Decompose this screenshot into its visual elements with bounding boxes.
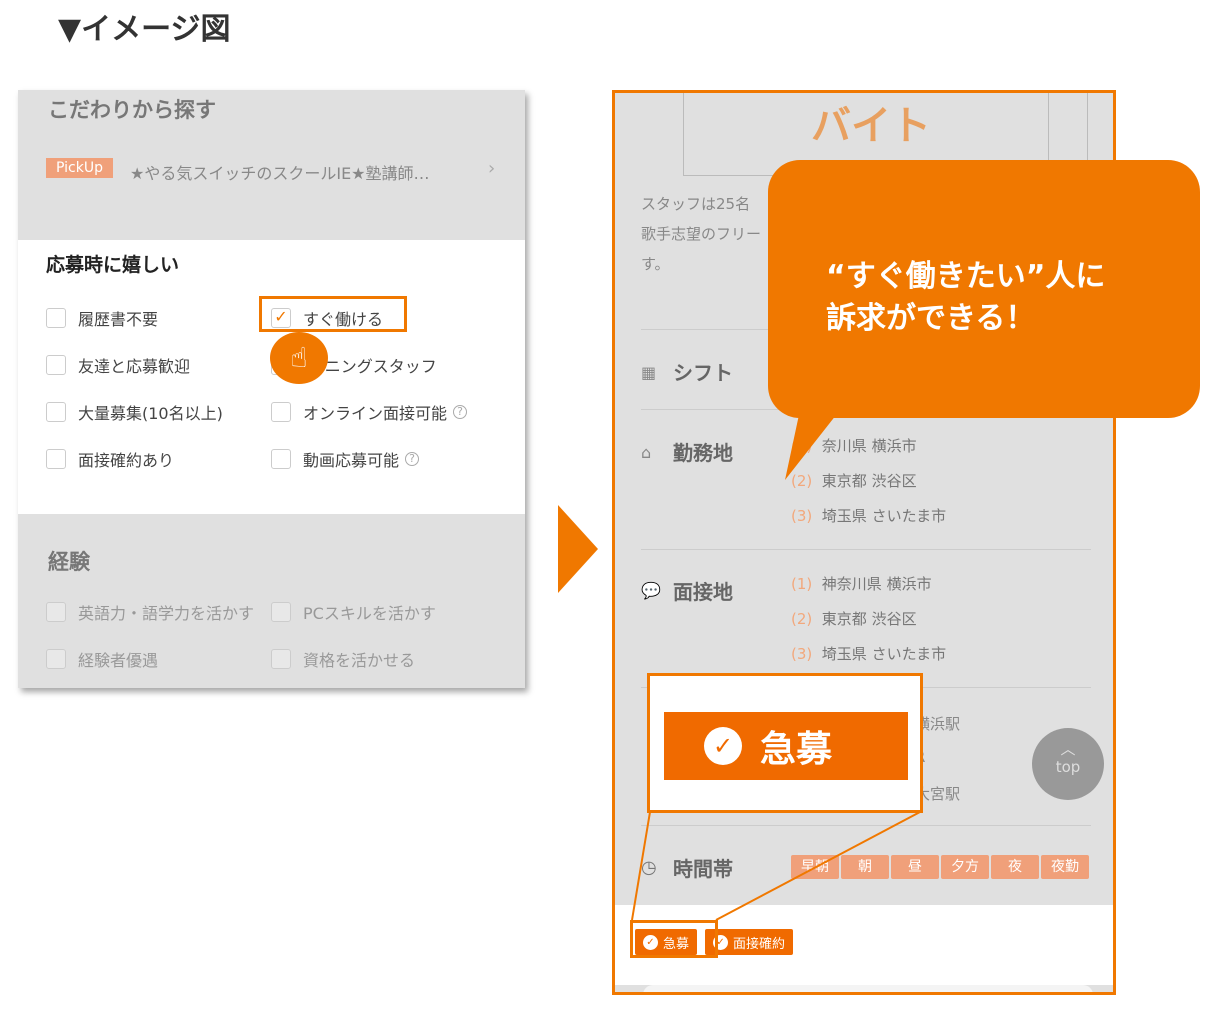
callout-line: “すぐ働きたい”人に	[826, 259, 1106, 294]
highlight-box	[630, 920, 718, 958]
urgent-badge-large: ✓ 急募	[664, 712, 908, 780]
callout-bubble: “すぐ働きたい”人に 訴求ができる！	[768, 160, 1200, 418]
callout-line: 訴求ができる！	[826, 301, 1036, 336]
check-circle-icon: ✓	[704, 727, 742, 765]
zoom-connector-lines	[631, 410, 921, 921]
zoomed-badge-card: ✓ 急募	[647, 673, 923, 813]
